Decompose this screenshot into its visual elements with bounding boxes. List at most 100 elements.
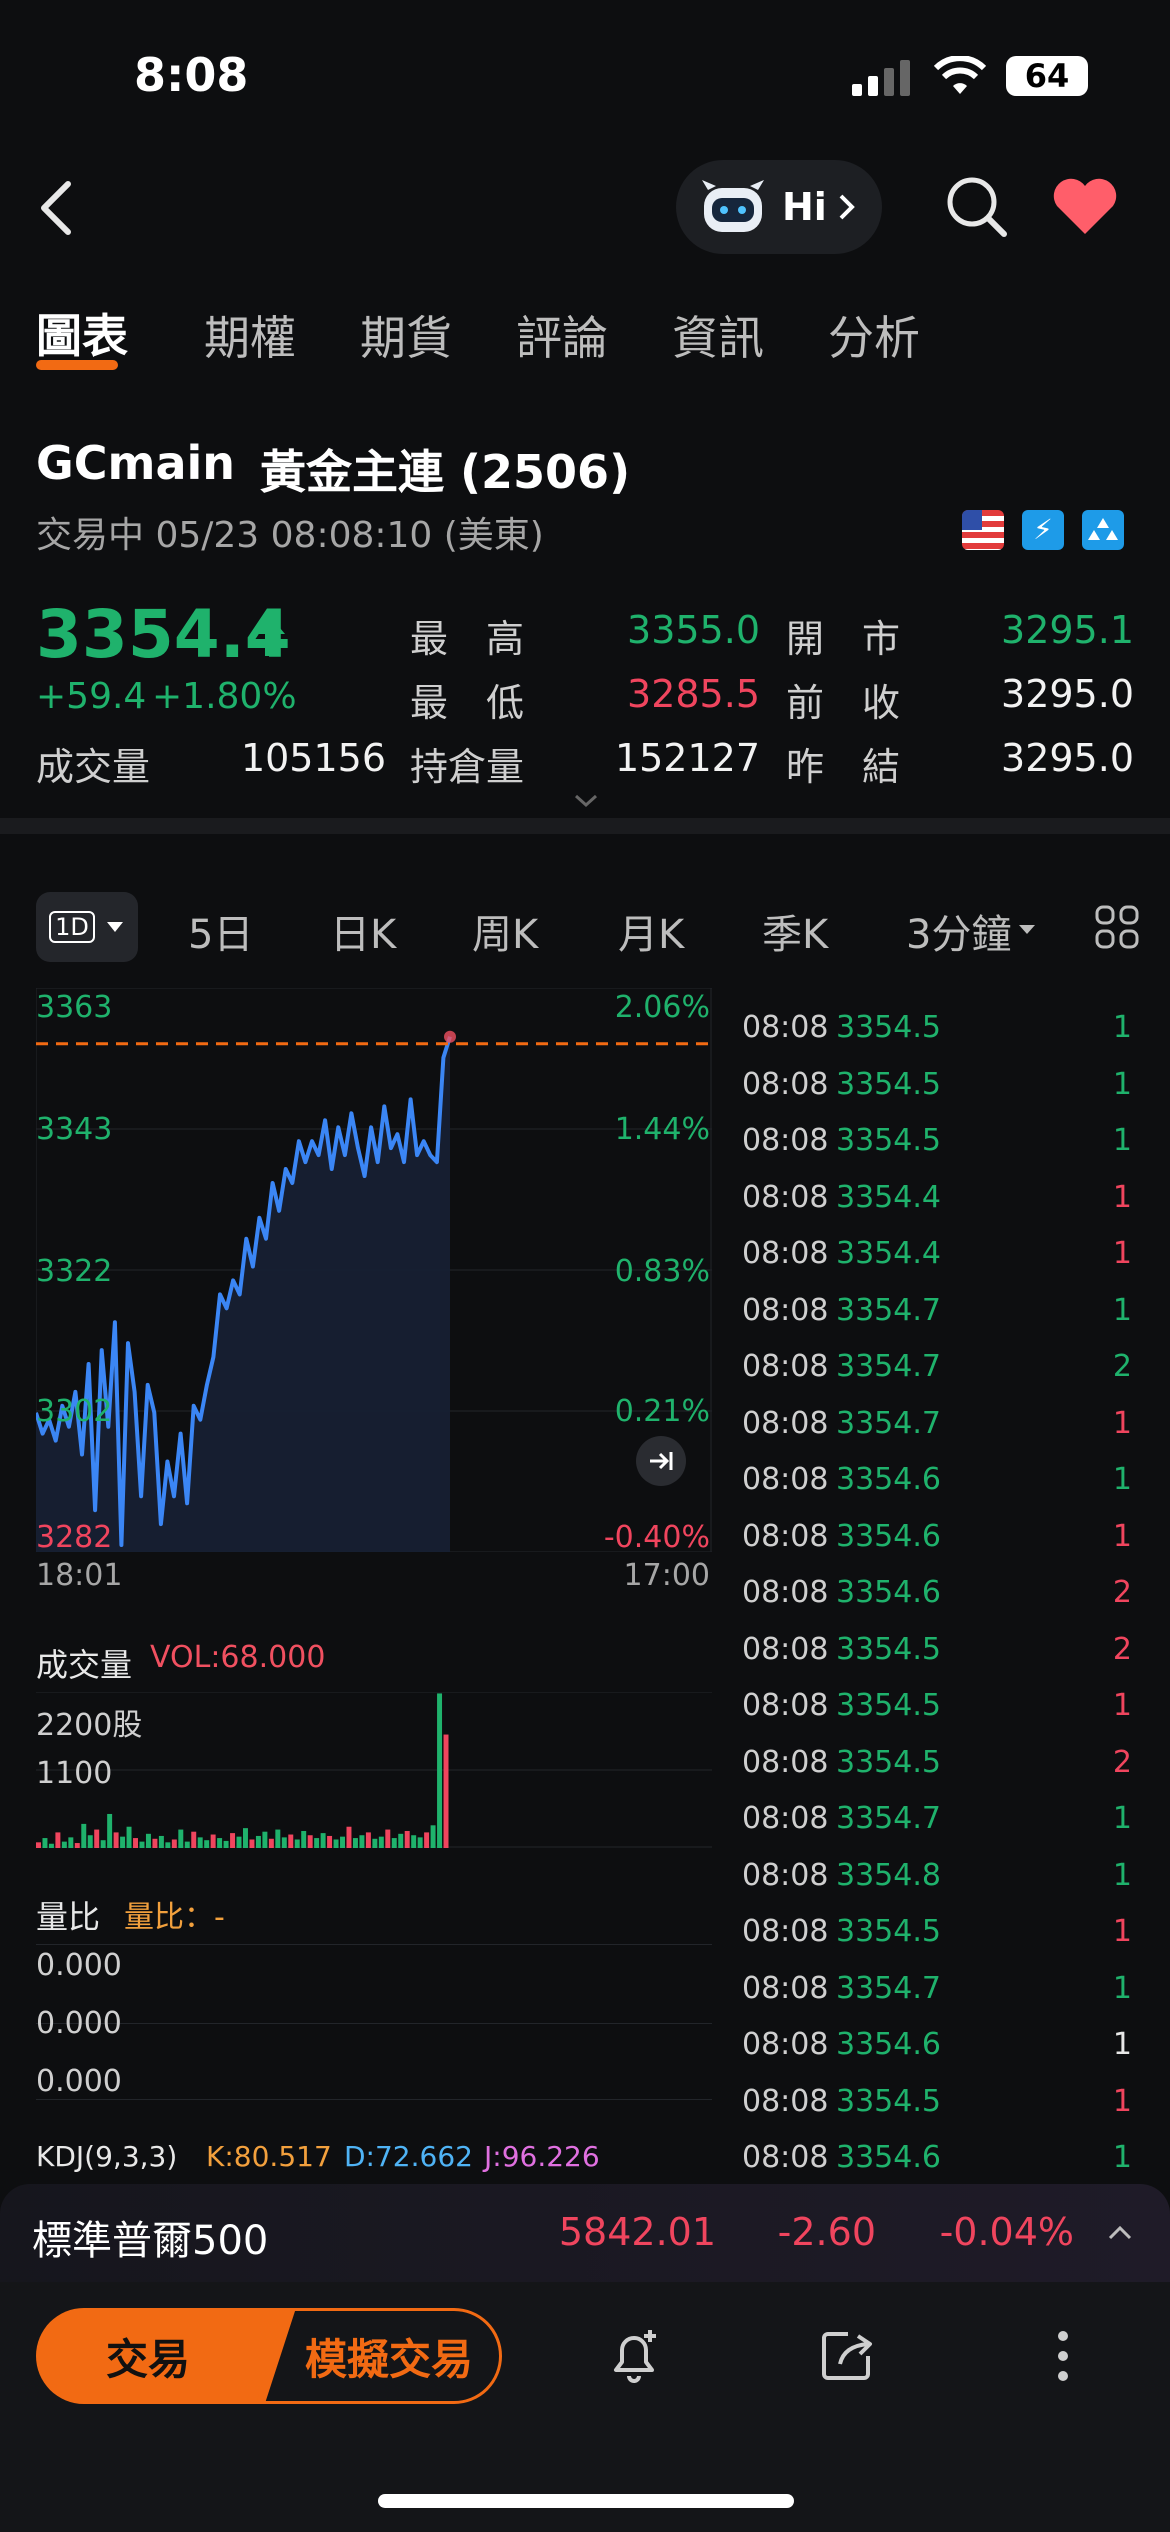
gold-bars-icon [1082,510,1124,550]
more-options-icon[interactable] [1048,2326,1078,2386]
trade-price: 3354.5 [836,1744,941,1780]
volume-bar [430,1825,436,1848]
trade-qty: 1 [1112,2140,1132,2175]
volume-bar [81,1823,87,1848]
tab-chart[interactable]: 圖表 [36,300,128,366]
tab-futures[interactable]: 期貨 [360,302,452,368]
volume-bar [158,1835,164,1848]
volume-bar [100,1840,106,1848]
volume-bar [385,1829,391,1848]
volume-bar [55,1832,61,1848]
trade-price: 3354.6 [836,1575,941,1610]
y-tick-4: 3282 [36,1520,113,1555]
caret-down-icon [106,922,123,932]
volume-bar [301,1830,307,1848]
volume-bar [268,1838,274,1848]
period-daily-k[interactable]: 日K [330,902,396,960]
ratio-chart [36,1944,712,2100]
trade-row: 08:08 3354.5 1 [742,1688,1132,1744]
index-ticker-bar[interactable]: 標準普爾500 5842.01 -2.60 -0.04% [0,2184,1170,2282]
period-weekly-k[interactable]: 周K [472,902,538,960]
search-icon[interactable] [944,174,1010,240]
volume-bar [230,1833,236,1848]
x-tick-start: 18:01 [36,1558,123,1593]
volume-bar [404,1830,410,1848]
trade-price: 3354.5 [836,1123,941,1158]
grid-layout-icon[interactable] [1094,904,1140,950]
trade-price: 3354.7 [836,1349,941,1384]
trade-row: 08:08 3354.7 1 [742,1801,1132,1857]
volume-label: 成交量 [36,745,151,789]
tab-analysis[interactable]: 分析 [828,302,920,368]
trade-row: 08:08 3354.4 1 [742,1236,1132,1292]
y-tick-0: 3363 [36,990,113,1025]
tab-options[interactable]: 期權 [204,302,296,368]
trade-qty: 1 [1112,1462,1132,1497]
last-price-dot [444,1030,456,1043]
trade-time: 08:08 [742,2140,829,2175]
volume-tick-1: 1100 [36,1756,113,1791]
volume-bar [443,1734,449,1848]
volume-bar [120,1836,126,1848]
trade-qty: 1 [1112,1688,1132,1723]
ratio-value-label: 量比：- [124,1900,225,1935]
jump-to-latest-icon[interactable] [636,1436,686,1486]
trade-row: 08:08 3354.7 2 [742,1349,1132,1405]
tab-comments[interactable]: 評論 [516,302,608,368]
volume-bar [152,1838,158,1848]
trade-qty: 1 [1112,1123,1132,1158]
trade-time: 08:08 [742,1010,829,1045]
volume-bar [165,1842,171,1848]
trade-time: 08:08 [742,1462,829,1497]
period-interval-select[interactable]: 3分鐘 [906,902,1011,960]
trade-qty: 2 [1112,1575,1132,1610]
expand-chevron-icon[interactable] [572,790,600,810]
trade-qty: 1 [1112,1857,1132,1893]
trade-row: 08:08 3354.7 1 [742,1406,1132,1462]
paper-trade-button[interactable]: 模擬交易 [256,2308,502,2404]
vol-value-label: VOL:68.000 [150,1640,326,1675]
trade-price: 3354.5 [836,1066,941,1102]
trade-price: 3354.6 [836,2140,941,2175]
period-5day[interactable]: 5日 [188,902,253,960]
share-icon[interactable] [818,2326,878,2386]
volume-bar [352,1838,358,1848]
interval-caret-icon [1018,922,1036,936]
volume-bar [411,1835,417,1848]
volume-bar [424,1832,430,1848]
open-interest-label: 持倉量 [410,745,525,789]
section-divider [0,818,1170,834]
volume-bar [94,1829,100,1848]
trade-button[interactable]: 交易 [36,2308,296,2404]
trade-price: 3354.5 [836,2083,941,2119]
tab-news[interactable]: 資訊 [672,302,764,368]
favorite-heart-icon[interactable] [1050,176,1120,238]
volume-bar [398,1833,404,1848]
period-1d-button[interactable]: 1D [36,892,138,962]
period-monthly-k[interactable]: 月K [618,902,684,960]
x-tick-end: 17:00 [623,1558,710,1593]
assistant-button[interactable]: Hi [676,160,882,254]
chevron-up-icon[interactable] [1106,2222,1134,2242]
period-quarterly-k[interactable]: 季K [762,902,828,960]
volume-bar [36,1842,41,1848]
trade-row: 08:08 3354.5 1 [742,1067,1132,1123]
kdj-d-value: D:72.662 [344,2140,473,2173]
add-alert-bell-icon[interactable] [604,2326,664,2386]
trade-qty: 1 [1112,1518,1132,1554]
trade-time: 08:08 [742,1349,829,1384]
volume-value: 105156 [240,736,386,780]
battery-icon: 64 [1006,56,1088,96]
kdj-k-value: K:80.517 [206,2140,332,2173]
paper-trade-label: 模擬交易 [304,2334,473,2384]
trade-price: 3354.6 [836,2027,941,2062]
volume-bar [281,1837,287,1848]
price-change: +59.4 [36,676,147,717]
index-name: 標準普爾500 [32,2218,269,2264]
back-icon[interactable] [36,178,76,238]
wifi-icon [933,55,987,96]
volume-bar [333,1839,339,1848]
trade-time: 08:08 [742,1518,829,1554]
volume-bar [243,1828,248,1848]
trade-qty: 1 [1112,2083,1132,2119]
